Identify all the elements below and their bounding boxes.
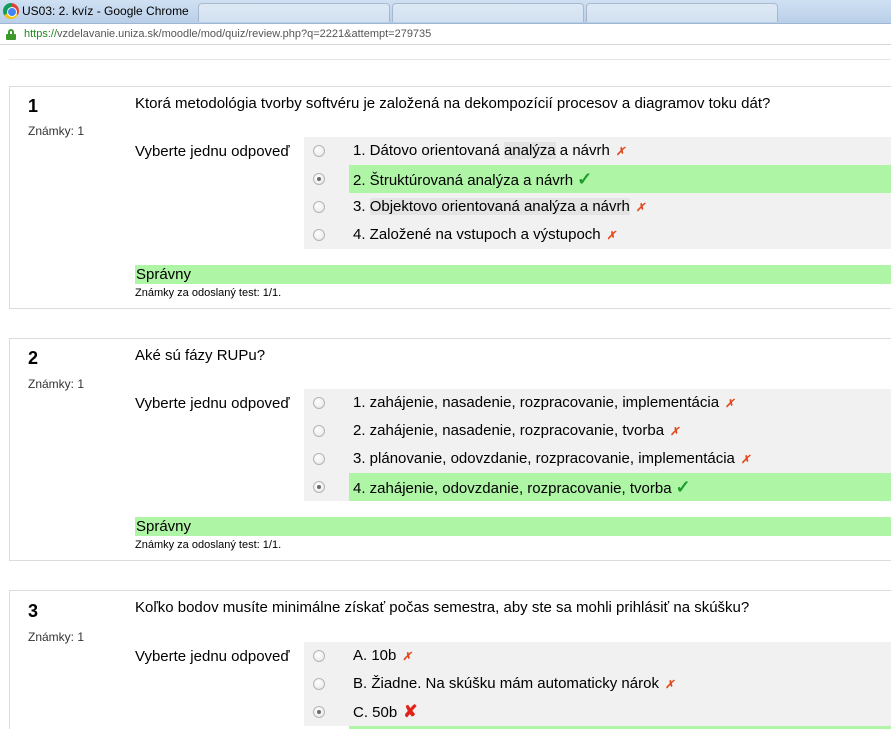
answer-prompt: Vyberte jednu odpoveď xyxy=(135,648,290,665)
incorrect-icon: ✗ xyxy=(725,398,735,410)
radio-button[interactable] xyxy=(313,145,325,157)
incorrect-icon: ✗ xyxy=(670,426,680,438)
background-tab[interactable] xyxy=(198,3,390,22)
question-marks: Známky: 1 xyxy=(28,124,85,138)
incorrect-icon: ✗ xyxy=(615,146,626,158)
answer-option[interactable]: A. 10b ✗ xyxy=(304,642,891,670)
radio-button[interactable] xyxy=(313,453,325,465)
window-title: US03: 2. kvíz - Google Chrome xyxy=(22,4,189,18)
answer-option[interactable]: 1. zahájenie, nasadenie, rozpracovanie, … xyxy=(304,389,891,417)
radio-button[interactable] xyxy=(313,425,325,437)
correct-check-icon: ✓ xyxy=(675,477,691,497)
background-tab[interactable] xyxy=(392,3,584,22)
answer-option[interactable]: 2. Štruktúrovaná analýza a návrh ✓ xyxy=(304,165,891,193)
answer-label: 3. Objektovo orientovaná analýza a návrh… xyxy=(353,198,646,215)
answer-option[interactable]: 3. plánovanie, odovzdanie, rozpracovanie… xyxy=(304,445,891,473)
question-marks: Známky: 1 xyxy=(28,630,85,644)
lock-icon xyxy=(6,29,16,40)
question-marks: Známky: 1 xyxy=(28,377,85,391)
answer-list: 1. Dátovo orientovaná analýza a návrh ✗ 2… xyxy=(304,137,891,249)
feedback-correct: Správny xyxy=(135,517,891,536)
answer-label: 2. zahájenie, nasadenie, rozpracovanie, … xyxy=(353,422,680,439)
answer-label: 1. zahájenie, nasadenie, rozpracovanie, … xyxy=(353,394,735,411)
background-tab[interactable] xyxy=(586,3,778,22)
answer-option[interactable]: 2. zahájenie, nasadenie, rozpracovanie, … xyxy=(304,417,891,445)
answer-option[interactable]: 4. Založené na vstupoch a výstupoch ✗ xyxy=(304,221,891,249)
correct-check-icon: ✓ xyxy=(577,169,593,189)
radio-button[interactable] xyxy=(313,201,325,213)
answer-option[interactable]: 3. Objektovo orientovaná analýza a návrh… xyxy=(304,193,891,221)
radio-button[interactable] xyxy=(313,397,325,409)
question-number: 1 xyxy=(28,96,39,116)
incorrect-icon: ✗ xyxy=(606,230,616,242)
radio-button[interactable] xyxy=(313,678,325,690)
question-number: 2 xyxy=(28,348,39,368)
chrome-logo-icon xyxy=(3,3,19,19)
submitted-marks: Známky za odoslaný test: 1/1. xyxy=(135,539,282,551)
incorrect-icon: ✗ xyxy=(664,679,675,691)
divider xyxy=(9,59,891,60)
radio-button-selected[interactable] xyxy=(313,706,325,718)
answer-label: 3. plánovanie, odovzdanie, rozpracovanie… xyxy=(353,450,751,467)
answer-option[interactable]: C. 50b ✘ xyxy=(304,698,891,726)
incorrect-icon: ✗ xyxy=(740,454,751,466)
url-text[interactable]: https://vzdelavanie.uniza.sk/moodle/mod/… xyxy=(24,28,431,40)
question-number: 3 xyxy=(28,601,39,621)
feedback-correct: Správny xyxy=(135,265,891,284)
answer-label: 4. Založené na vstupoch a výstupoch ✗ xyxy=(353,226,616,243)
answer-label: 4. zahájenie, odovzdanie, rozpracovanie,… xyxy=(349,473,891,501)
answer-option[interactable]: B. Žiadne. Na skúšku mám automaticky nár… xyxy=(304,670,891,698)
radio-button[interactable] xyxy=(313,229,325,241)
question-text: Koľko bodov musíte minimálne získať poča… xyxy=(135,599,750,616)
radio-button[interactable] xyxy=(313,650,325,662)
radio-button-selected[interactable] xyxy=(313,481,325,493)
submitted-marks: Známky za odoslaný test: 1/1. xyxy=(135,287,282,299)
incorrect-cross-icon: ✘ xyxy=(403,702,418,721)
answer-label: A. 10b ✗ xyxy=(353,647,412,664)
answer-prompt: Vyberte jednu odpoveď xyxy=(135,143,290,160)
quiz-review-page: 1 Známky: 1 Ktorá metodológia tvorby sof… xyxy=(0,46,891,729)
answer-prompt: Vyberte jednu odpoveď xyxy=(135,395,290,412)
radio-button-selected[interactable] xyxy=(313,173,325,185)
answer-list: 1. zahájenie, nasadenie, rozpracovanie, … xyxy=(304,389,891,501)
incorrect-icon: ✗ xyxy=(402,651,412,663)
answer-option[interactable]: 4. zahájenie, odovzdanie, rozpracovanie,… xyxy=(304,473,891,501)
question-text: Ktorá metodológia tvorby softvéru je zal… xyxy=(135,95,771,112)
answer-list: A. 10b ✗ B. Žiadne. Na skúšku mám automat… xyxy=(304,642,891,729)
answer-label: 1. Dátovo orientovaná analýza a návrh ✗ xyxy=(353,142,626,159)
answer-label: C. 50b ✘ xyxy=(353,702,418,721)
answer-option[interactable]: 1. Dátovo orientovaná analýza a návrh ✗ xyxy=(304,137,891,165)
address-bar[interactable]: https://vzdelavanie.uniza.sk/moodle/mod/… xyxy=(0,24,891,45)
answer-label: 2. Štruktúrovaná analýza a návrh ✓ xyxy=(349,165,891,193)
incorrect-icon: ✗ xyxy=(635,202,646,214)
answer-label: B. Žiadne. Na skúšku mám automaticky nár… xyxy=(353,675,675,692)
window-titlebar: US03: 2. kvíz - Google Chrome xyxy=(0,0,891,24)
question-text: Aké sú fázy RUPu? xyxy=(135,347,266,364)
